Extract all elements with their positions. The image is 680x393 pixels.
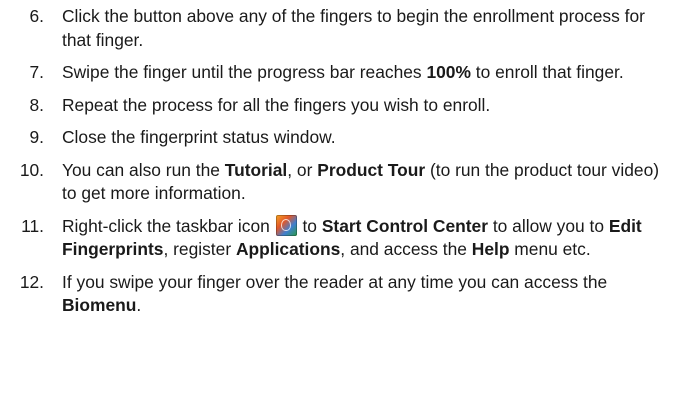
step-number: 12. <box>19 271 44 292</box>
step-text-segment: If you swipe your finger over the reader… <box>62 271 608 292</box>
step-text-segment: to enroll that finger. <box>470 62 624 82</box>
step-text: You can also run the Tutorial, or Produc… <box>62 160 659 204</box>
step-text-segment: to <box>297 215 322 236</box>
step-number: 8. <box>29 94 44 115</box>
step-emphasis: Applications <box>235 239 341 259</box>
step-text-segment: Click the button above any of the finger… <box>62 6 645 50</box>
step-text-segment: You can also run the <box>62 159 225 180</box>
step-number: 9. <box>29 127 44 147</box>
step-number: 6. <box>29 6 44 26</box>
step-text: If you swipe your finger over the reader… <box>62 272 607 316</box>
step-number: 11. <box>21 215 44 236</box>
step-text-segment: menu etc. <box>509 239 591 259</box>
step-emphasis: Product Tour <box>317 159 426 180</box>
step-emphasis: Start Control Center <box>321 215 489 236</box>
step-item: 10. You can also run the Tutorial, or Pro… <box>0 159 680 206</box>
step-text: Right-click the taskbar icon to Start Co… <box>62 214 642 259</box>
step-number: 7. <box>29 62 44 82</box>
instruction-steps: 6. Click the button above any of the fing… <box>0 0 680 318</box>
step-emphasis: Help <box>471 239 510 259</box>
step-text: Close the fingerprint status window. <box>62 127 336 147</box>
fingerprint-taskbar-icon <box>275 214 297 236</box>
step-item: 11. Right-click the taskbar icon to Start… <box>0 214 680 262</box>
step-text-segment: Close the fingerprint status window. <box>62 127 336 147</box>
step-text: Repeat the process for all the fingers y… <box>62 95 490 115</box>
step-text-segment: Swipe the finger until the progress bar … <box>62 62 427 82</box>
step-text-segment: . <box>136 295 142 315</box>
step-emphasis: Tutorial <box>224 159 288 180</box>
step-emphasis: 100% <box>426 62 471 82</box>
step-text-segment: , and access the <box>340 239 472 259</box>
step-item: 6. Click the button above any of the fing… <box>0 5 680 52</box>
step-text-segment: Right-click the taskbar icon <box>62 215 275 236</box>
step-item: 12. If you swipe your finger over the rea… <box>0 271 680 318</box>
step-item: 7. Swipe the finger until the progress ba… <box>0 61 680 85</box>
step-text-segment: to allow you to <box>488 215 609 236</box>
step-text: Swipe the finger until the progress bar … <box>62 62 624 82</box>
step-text-segment: , register <box>163 239 236 259</box>
step-text-segment: , or <box>287 159 318 180</box>
step-number: 10. <box>19 159 44 180</box>
step-text: Click the button above any of the finger… <box>62 6 645 50</box>
step-item: 8. Repeat the process for all the fingers… <box>0 94 680 118</box>
step-emphasis: Biomenu <box>62 295 137 315</box>
step-item: 9. Close the fingerprint status window. <box>0 126 680 150</box>
step-text-segment: Repeat the process for all the fingers y… <box>62 94 491 115</box>
